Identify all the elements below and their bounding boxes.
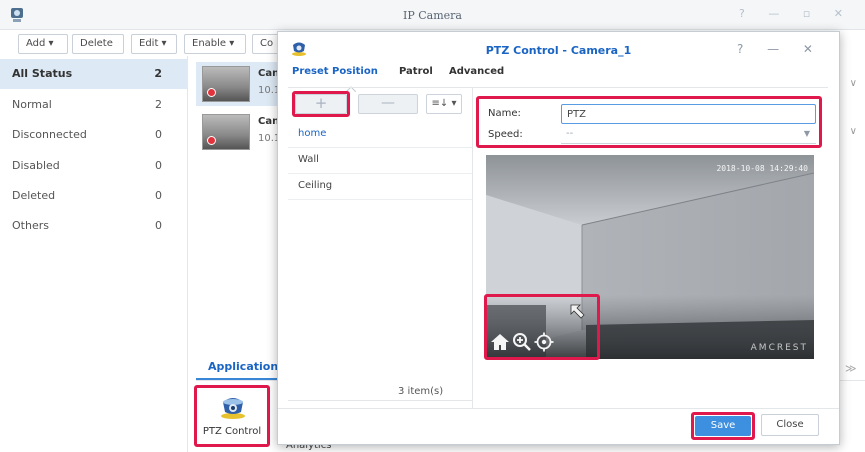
edit-button[interactable]: Edit ▾ — [131, 34, 177, 54]
preset-item-home[interactable]: home — [288, 122, 472, 148]
dialog-footer-divider — [278, 408, 839, 409]
tab-preset-position[interactable]: Preset Position — [292, 66, 378, 77]
tab-patrol[interactable]: Patrol — [399, 66, 433, 77]
sidebar-item-label: Deleted — [12, 189, 56, 202]
speed-select[interactable]: -- ▼ — [561, 126, 816, 144]
app-tile-label: PTZ Control — [202, 426, 262, 437]
sidebar-item-disabled[interactable]: Disabled 0 — [0, 151, 188, 181]
speed-label: Speed: — [488, 129, 523, 140]
recording-status-icon — [207, 88, 216, 97]
name-label: Name: — [488, 108, 521, 119]
expand-chevron-icon[interactable]: ≫ — [845, 362, 857, 375]
sidebar-item-count: 0 — [155, 219, 162, 232]
window-titlebar: IP Camera ? — ▫ ✕ — [0, 0, 865, 30]
tab-applications[interactable]: Applications — [196, 352, 286, 380]
preset-panel: + — ≡↓ ▾ home Wall Ceiling — [288, 88, 473, 408]
recording-status-icon — [207, 136, 216, 145]
preset-item-ceiling[interactable]: Ceiling — [288, 174, 472, 200]
sidebar-item-label: Disabled — [12, 159, 60, 172]
chevron-down-icon[interactable]: ∨ — [850, 126, 857, 137]
delete-button[interactable]: Delete — [72, 34, 124, 54]
ptz-control-app-tile[interactable]: PTZ Control — [194, 385, 270, 447]
sidebar-item-count: 0 — [155, 189, 162, 202]
ptz-camera-icon — [221, 398, 245, 419]
remove-preset-button[interactable]: — — [358, 94, 418, 114]
sidebar-item-others[interactable]: Others 0 — [0, 211, 188, 241]
enable-button[interactable]: Enable ▾ — [184, 34, 246, 54]
preset-item-wall[interactable]: Wall — [288, 148, 472, 174]
sidebar-item-label: Normal — [12, 98, 52, 111]
sidebar-item-all-status[interactable]: All Status 2 — [0, 59, 188, 89]
sidebar-item-deleted[interactable]: Deleted 0 — [0, 181, 188, 211]
home-icon[interactable] — [490, 332, 510, 352]
sort-menu-button[interactable]: ≡↓ ▾ — [426, 94, 462, 114]
sidebar-item-label: All Status — [12, 67, 73, 80]
camera-thumbnail — [202, 66, 250, 102]
sidebar-item-label: Disconnected — [12, 128, 87, 141]
tab-advanced[interactable]: Advanced — [449, 66, 504, 77]
sidebar-item-normal[interactable]: Normal 2 — [0, 90, 188, 120]
chevron-down-icon[interactable]: ∨ — [850, 78, 857, 89]
window-title: IP Camera — [403, 9, 462, 22]
move-diagonal-arrow-icon[interactable] — [568, 302, 588, 322]
sidebar-item-count: 0 — [155, 128, 162, 141]
sidebar-item-count: 2 — [155, 98, 162, 111]
chevron-down-icon: ▼ — [803, 129, 810, 138]
sidebar-item-count: 0 — [155, 159, 162, 172]
dialog-controls[interactable]: ? — ✕ — [737, 42, 823, 56]
camera-brand-logo: AMCREST — [750, 343, 808, 353]
add-button[interactable]: Add ▾ — [18, 34, 68, 54]
focus-target-icon[interactable] — [534, 332, 554, 352]
ptz-control-dialog: PTZ Control - Camera_1 ? — ✕ Preset Posi… — [277, 31, 840, 445]
sidebar-item-count: 2 — [154, 67, 162, 80]
items-count: 3 item(s) — [398, 386, 444, 397]
save-button[interactable]: Save — [695, 416, 751, 436]
status-sidebar: All Status 2 Normal 2 Disconnected 0 Dis… — [0, 56, 188, 452]
sidebar-item-disconnected[interactable]: Disconnected 0 — [0, 120, 188, 150]
video-timestamp: 2018-10-08 14:29:40 — [716, 164, 808, 173]
preset-name-input[interactable] — [561, 104, 816, 124]
camera-thumbnail — [202, 114, 250, 150]
speed-value: -- — [566, 128, 574, 139]
sidebar-item-label: Others — [12, 219, 49, 232]
window-controls[interactable]: ? — ▫ ✕ — [739, 7, 853, 20]
zoom-in-icon[interactable] — [512, 332, 532, 352]
close-button[interactable]: Close — [761, 414, 819, 436]
add-preset-button[interactable]: + — [295, 94, 347, 114]
preset-panel-footer-divider — [288, 400, 473, 401]
